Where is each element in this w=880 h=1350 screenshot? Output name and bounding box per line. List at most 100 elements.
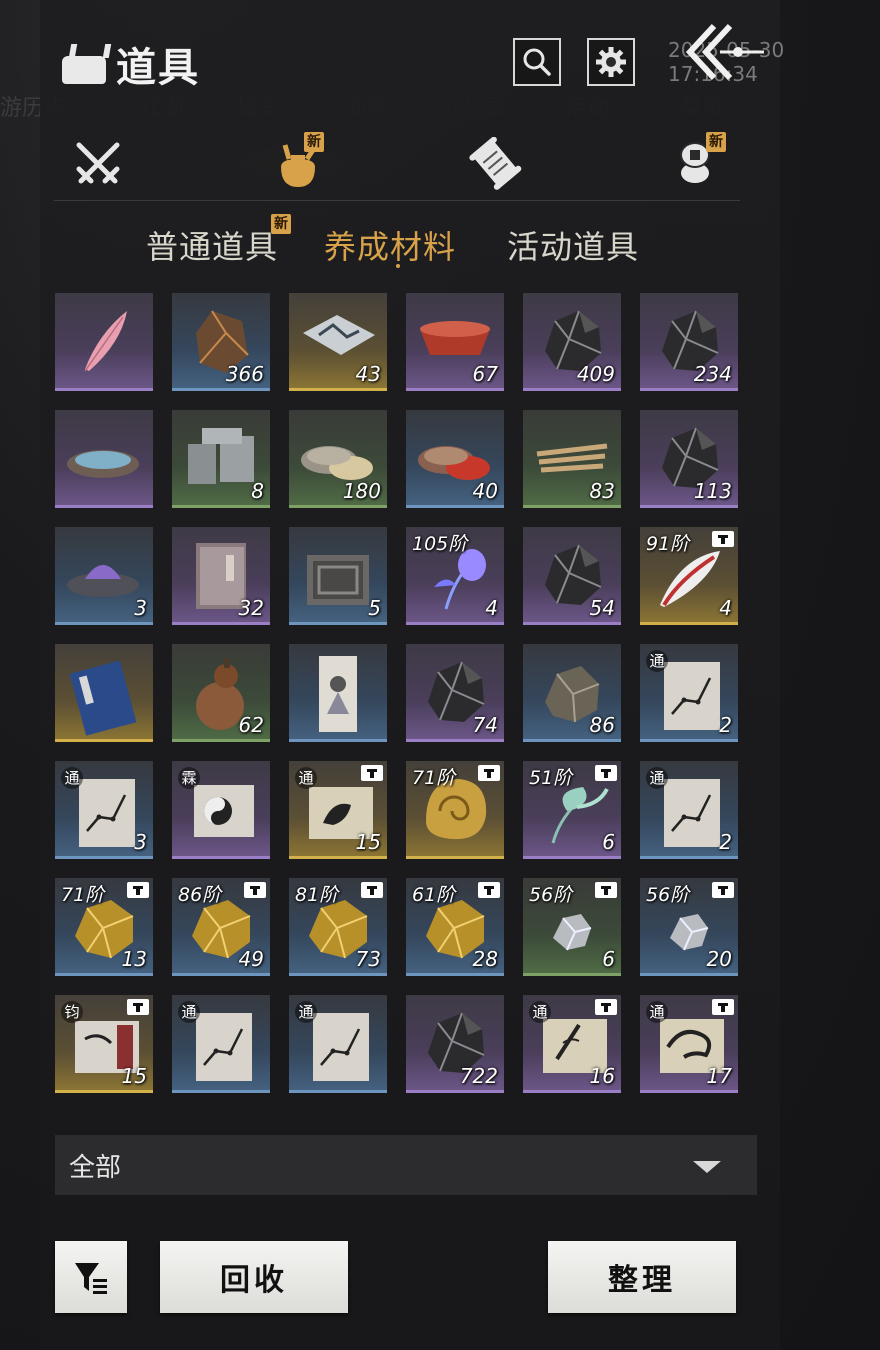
page-title: 道具	[116, 45, 200, 91]
filter-dropdown[interactable]: 全部	[55, 1135, 757, 1195]
subtab-normal-items[interactable]: 普通道具	[146, 222, 278, 268]
subtab-event-items[interactable]: 活动道具	[507, 222, 639, 268]
item-slot[interactable]	[289, 644, 387, 742]
item-slot[interactable]: 通	[289, 995, 387, 1093]
tab-currency[interactable]: 新	[668, 132, 728, 194]
item-slot[interactable]: 8	[172, 410, 270, 508]
item-slot[interactable]: 71阶	[406, 761, 504, 859]
item-slot[interactable]: 409	[523, 293, 621, 391]
recycle-button[interactable]: 回收	[160, 1241, 348, 1313]
item-slot[interactable]: 5	[289, 527, 387, 625]
item-slot[interactable]: 234	[640, 293, 738, 391]
item-slot[interactable]	[55, 644, 153, 742]
filter-button[interactable]	[55, 1241, 127, 1313]
item-tier: 51阶	[529, 767, 573, 789]
item-mark: 通	[646, 650, 668, 672]
item-slot[interactable]: 通2	[640, 761, 738, 859]
item-slot[interactable]: 83	[523, 410, 621, 508]
item-quantity: 16	[589, 1064, 615, 1088]
new-badge: 新	[706, 132, 726, 152]
item-quantity: 28	[472, 947, 498, 971]
item-tier: 71阶	[412, 767, 456, 789]
feather-icon	[84, 311, 127, 372]
chevron-down-icon	[693, 1161, 721, 1173]
item-slot[interactable]: 通3	[55, 761, 153, 859]
item-slot[interactable]: 32	[172, 527, 270, 625]
item-slot[interactable]: 74	[406, 644, 504, 742]
item-slot[interactable]: 56阶 6	[523, 878, 621, 976]
item-slot[interactable]: 3	[55, 527, 153, 625]
item-tier: 91阶	[646, 533, 690, 555]
tab-materials[interactable]: 新	[208, 132, 388, 194]
item-quantity: 43	[355, 362, 381, 386]
item-tier: 86阶	[178, 884, 222, 906]
category-tabs: 新 新	[54, 120, 740, 201]
item-tier: 71阶	[61, 884, 105, 906]
item-quantity: 722	[459, 1064, 498, 1088]
water-basin-icon	[67, 450, 139, 478]
blue-book-icon	[69, 660, 137, 736]
item-quantity: 6	[602, 830, 615, 854]
subtab-growth-materials[interactable]: 养成材料	[324, 222, 456, 268]
item-slot[interactable]: 56阶 20	[640, 878, 738, 976]
item-slot[interactable]: 61阶 28	[406, 878, 504, 976]
item-slot[interactable]: 180	[289, 410, 387, 508]
tab-scrolls[interactable]	[466, 134, 526, 194]
back-button[interactable]	[680, 18, 770, 88]
item-mark: 通	[295, 767, 317, 789]
item-slot[interactable]: 40	[406, 410, 504, 508]
item-slot[interactable]: 钧 15	[55, 995, 153, 1093]
item-quantity: 366	[225, 362, 264, 386]
settings-button[interactable]	[587, 38, 635, 86]
sub-tabs: 普通道具 新 养成材料 活动道具	[0, 214, 880, 268]
item-quantity: 409	[576, 362, 615, 386]
item-slot[interactable]: 通	[172, 995, 270, 1093]
item-quantity: 4	[719, 596, 732, 620]
item-slot[interactable]: 91阶 4	[640, 527, 738, 625]
item-slot[interactable]	[55, 293, 153, 391]
item-slot[interactable]: 366	[172, 293, 270, 391]
item-quantity: 8	[251, 479, 264, 503]
item-slot[interactable]: 霖	[172, 761, 270, 859]
item-tier: 56阶	[646, 884, 690, 906]
item-slot[interactable]: 通 17	[640, 995, 738, 1093]
new-badge: 新	[271, 214, 291, 234]
item-slot[interactable]: 81阶 73	[289, 878, 387, 976]
item-quantity: 32	[238, 596, 264, 620]
item-slot[interactable]: 54	[523, 527, 621, 625]
item-quantity: 113	[693, 479, 732, 503]
item-slot[interactable]: 62	[172, 644, 270, 742]
item-quantity: 67	[472, 362, 498, 386]
item-slot[interactable]: 通2	[640, 644, 738, 742]
item-slot[interactable]: 71阶 13	[55, 878, 153, 976]
item-quantity: 180	[342, 479, 381, 503]
item-quantity: 74	[472, 713, 498, 737]
item-quantity: 17	[706, 1064, 732, 1088]
item-slot[interactable]: 67	[406, 293, 504, 391]
item-slot[interactable]: 86	[523, 644, 621, 742]
item-quantity: 73	[355, 947, 381, 971]
item-slot[interactable]: 86阶 49	[172, 878, 270, 976]
item-slot[interactable]: 722	[406, 995, 504, 1093]
item-quantity: 86	[589, 713, 615, 737]
bag-icon	[60, 42, 112, 86]
search-button[interactable]	[513, 38, 561, 86]
double-chevron-left-icon	[685, 23, 764, 81]
tab-weapons[interactable]	[68, 134, 128, 194]
search-icon	[523, 48, 551, 76]
scroll-icon	[469, 137, 522, 190]
item-slot[interactable]: 通 16	[523, 995, 621, 1093]
item-slot[interactable]: 113	[640, 410, 738, 508]
item-slot[interactable]: 通 15	[289, 761, 387, 859]
item-slot[interactable]: 105阶 4	[406, 527, 504, 625]
item-quantity: 2	[719, 713, 732, 737]
item-quantity: 5	[368, 596, 381, 620]
item-quantity: 15	[121, 1064, 147, 1088]
item-slot[interactable]: 51阶 6	[523, 761, 621, 859]
item-mark: 通	[295, 1001, 317, 1023]
gear-icon	[596, 47, 626, 77]
item-quantity: 15	[355, 830, 381, 854]
sort-button[interactable]: 整理	[548, 1241, 736, 1313]
item-slot[interactable]	[55, 410, 153, 508]
item-slot[interactable]: 43	[289, 293, 387, 391]
